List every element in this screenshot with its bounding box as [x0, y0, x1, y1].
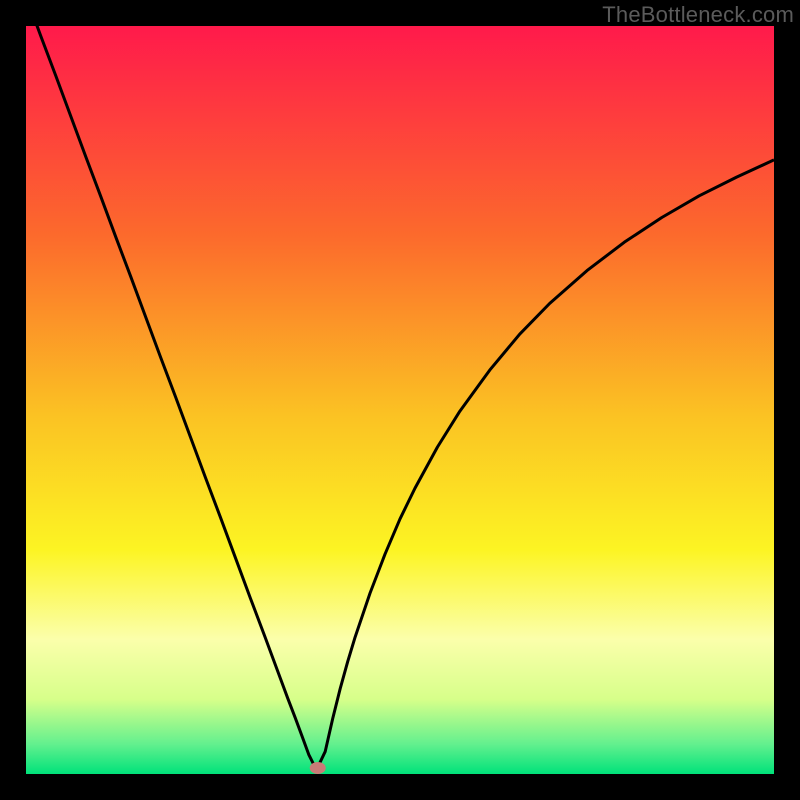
chart-background: [26, 26, 774, 774]
watermark-label: TheBottleneck.com: [602, 2, 794, 28]
chart-frame: TheBottleneck.com: [0, 0, 800, 800]
chart-plot-area: [26, 26, 774, 774]
chart-svg: [26, 26, 774, 774]
optimum-marker: [310, 762, 326, 774]
